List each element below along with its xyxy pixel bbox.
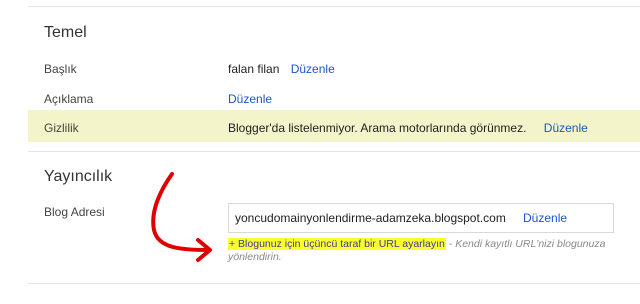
section-title-publishing: Yayıncılık — [44, 168, 113, 185]
row-value-description: Düzenle — [228, 92, 272, 106]
third-party-url-hint: + Blogunuz için üçüncü taraf bir URL aya… — [228, 238, 628, 264]
third-party-url-link[interactable]: + Blogunuz için üçüncü taraf bir URL aya… — [228, 238, 446, 250]
row-label-blog-address: Blog Adresi — [44, 205, 105, 219]
row-value-title: falan filan Düzenle — [228, 62, 335, 76]
row-label-title: Başlık — [44, 62, 77, 76]
red-annotation-arrow-icon — [151, 172, 212, 262]
row-value-privacy: Blogger'da listelenmiyor. Arama motorlar… — [228, 121, 588, 135]
blog-title-value: falan filan — [228, 62, 280, 76]
section-divider — [28, 151, 640, 152]
edit-description-link[interactable]: Düzenle — [228, 92, 272, 106]
edit-privacy-link[interactable]: Düzenle — [544, 121, 588, 135]
blog-address-box: yoncudomainyonlendirme-adamzeka.blogspot… — [228, 203, 614, 233]
blog-address-value: yoncudomainyonlendirme-adamzeka.blogspot… — [235, 211, 506, 225]
section-title-basic: Temel — [44, 24, 87, 41]
edit-blog-address-link[interactable]: Düzenle — [523, 211, 567, 225]
edit-title-link[interactable]: Düzenle — [291, 62, 335, 76]
row-label-privacy: Gizlilik — [44, 121, 79, 135]
bottom-divider — [28, 283, 640, 284]
row-label-description: Açıklama — [44, 92, 94, 106]
top-divider — [28, 6, 640, 7]
privacy-status-text: Blogger'da listelenmiyor. Arama motorlar… — [228, 121, 527, 135]
